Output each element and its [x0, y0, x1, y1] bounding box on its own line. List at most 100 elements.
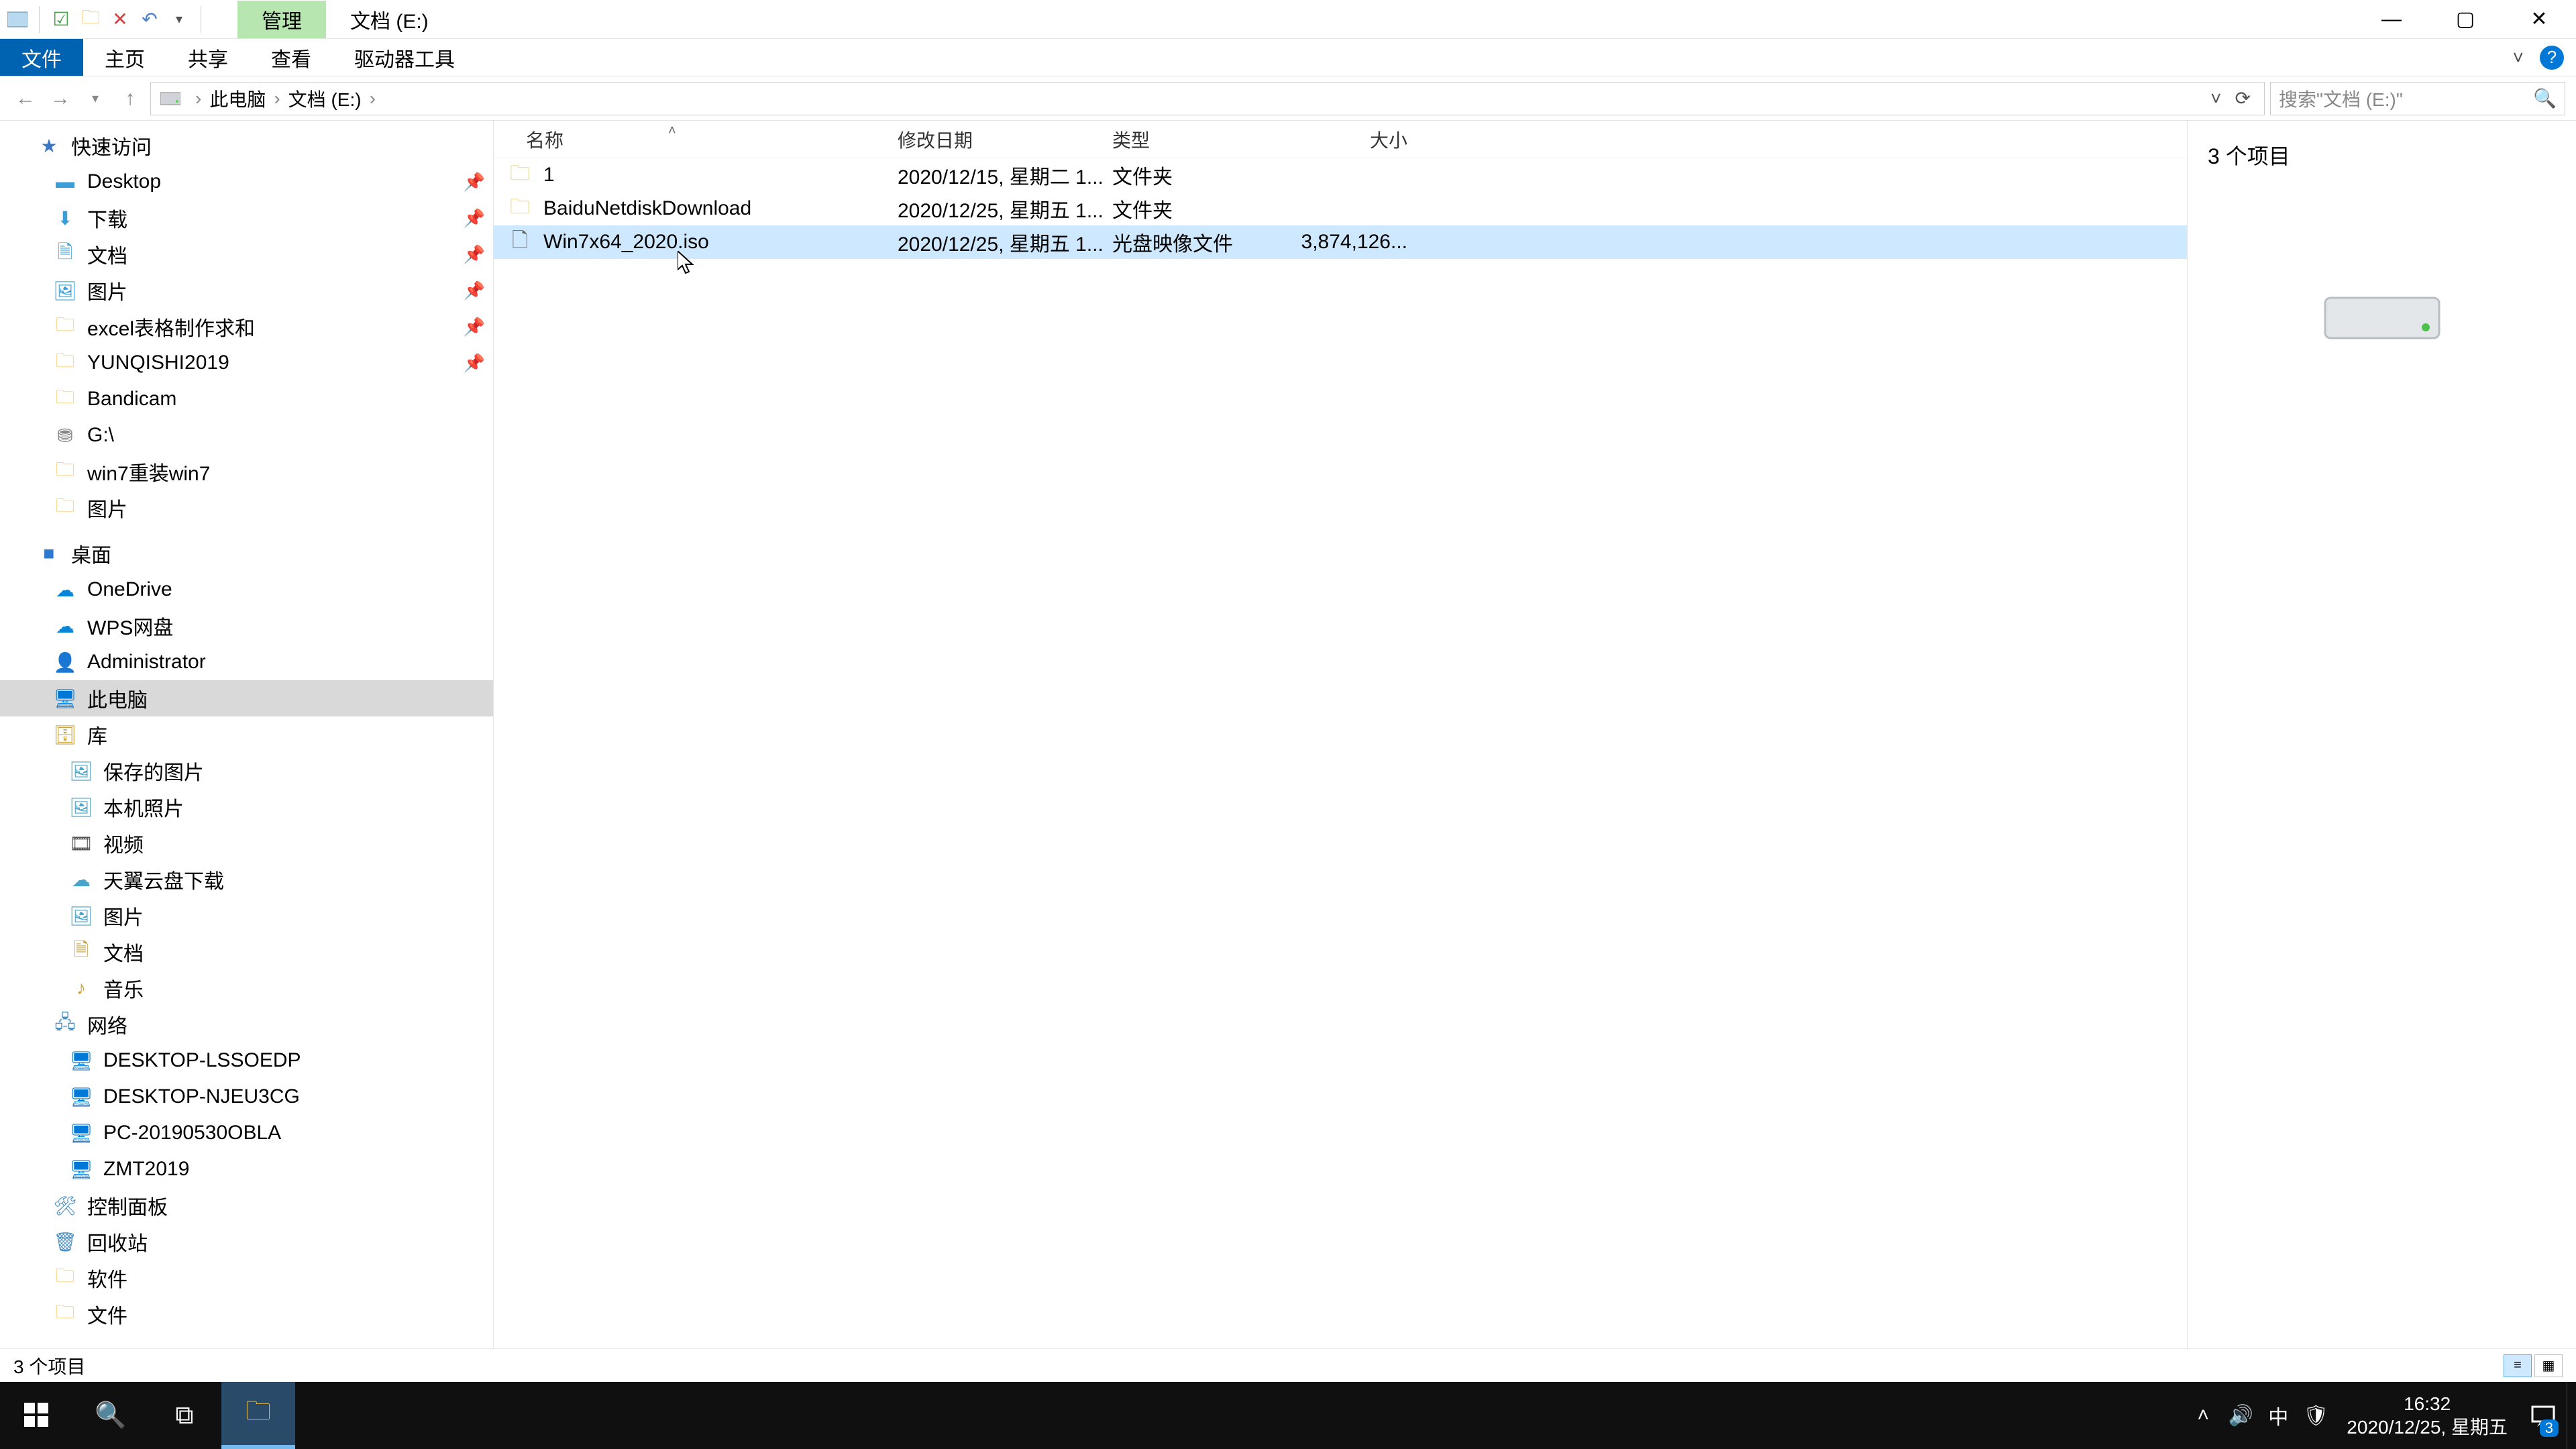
- taskbar-explorer-button[interactable]: 🗀: [221, 1382, 295, 1449]
- details-summary: 3 个项目: [2208, 140, 2556, 170]
- taskbar-clock[interactable]: 16:32 2020/12/25, 星期五: [2334, 1392, 2520, 1439]
- tree-lib-item[interactable]: ☁天翼云盘下载: [0, 861, 493, 898]
- pictures-icon: 🖼: [52, 278, 78, 303]
- minimize-button[interactable]: ―: [2355, 0, 2428, 39]
- tree-item[interactable]: 🗀文件: [0, 1296, 493, 1332]
- ribbon-tab-home[interactable]: 主页: [83, 39, 166, 76]
- tree-lib-item[interactable]: ♪音乐: [0, 970, 493, 1006]
- tree-thispc[interactable]: 🖥此电脑: [0, 680, 493, 716]
- search-icon[interactable]: 🔍: [2533, 87, 2557, 109]
- qat-delete-icon[interactable]: ✕: [107, 6, 133, 33]
- tree-quick-item[interactable]: 🗎文档📌: [0, 236, 493, 272]
- column-name[interactable]: 名称˄: [494, 126, 898, 153]
- pin-icon: 📌: [464, 280, 485, 301]
- tray-overflow-icon[interactable]: ˄: [2184, 1382, 2222, 1449]
- tree-quick-item[interactable]: 🗀win7重装win7: [0, 453, 493, 490]
- help-icon[interactable]: ?: [2540, 46, 2564, 70]
- tree-lib-item[interactable]: 🎞视频: [0, 825, 493, 861]
- forward-button[interactable]: →: [46, 84, 75, 113]
- app-icon: [4, 6, 31, 33]
- tree-network-pc[interactable]: 🖥DESKTOP-LSSOEDP: [0, 1042, 493, 1079]
- ribbon-tab-view[interactable]: 查看: [250, 39, 333, 76]
- contextual-tab-manage[interactable]: 管理: [237, 1, 326, 38]
- chevron-right-icon[interactable]: ›: [367, 88, 378, 109]
- breadcrumb-thispc[interactable]: 此电脑: [204, 85, 271, 112]
- ribbon-tab-drivetools[interactable]: 驱动器工具: [333, 39, 476, 76]
- tree-network[interactable]: 🖧网络: [0, 1006, 493, 1042]
- task-view-button[interactable]: ⧉: [148, 1382, 221, 1449]
- notification-badge: 3: [2540, 1419, 2559, 1437]
- up-button[interactable]: ↑: [115, 84, 145, 113]
- back-button[interactable]: ←: [11, 84, 40, 113]
- action-center-button[interactable]: 3: [2520, 1382, 2567, 1449]
- tree-quick-item[interactable]: ⛃G:\: [0, 417, 493, 453]
- maximize-button[interactable]: ▢: [2428, 0, 2502, 39]
- tree-quick-item[interactable]: ⬇下载📌: [0, 200, 493, 236]
- ribbon-tab-file[interactable]: 文件: [0, 39, 83, 76]
- tree-lib-item[interactable]: 🗎文档: [0, 934, 493, 970]
- tree-network-pc[interactable]: 🖥DESKTOP-NJEU3CG: [0, 1079, 493, 1115]
- tree-item[interactable]: 🗀软件: [0, 1260, 493, 1296]
- ribbon: 文件 主页 共享 查看 驱动器工具 ˅ ?: [0, 39, 2576, 76]
- pictures-icon: 🖼: [68, 903, 94, 928]
- qat-undo-icon[interactable]: ↶: [136, 6, 163, 33]
- qat-newfolder-icon[interactable]: 🗀: [77, 6, 104, 33]
- folder-icon: 🗀: [52, 495, 78, 521]
- tree-desktop[interactable]: ■桌面: [0, 535, 493, 572]
- folder-icon: 🗀: [52, 350, 78, 376]
- tree-recyclebin[interactable]: 🗑回收站: [0, 1224, 493, 1260]
- qat-properties-icon[interactable]: ☑: [48, 6, 74, 33]
- address-bar[interactable]: › 此电脑 › 文档 (E:) › ˅ ⟳: [150, 82, 2265, 115]
- ribbon-tab-share[interactable]: 共享: [166, 39, 250, 76]
- view-details-button[interactable]: ≡: [2504, 1354, 2532, 1377]
- refresh-icon[interactable]: ⟳: [2229, 87, 2257, 109]
- tree-controlpanel[interactable]: 🛠控制面板: [0, 1187, 493, 1224]
- download-icon: ⬇: [52, 205, 78, 231]
- volume-icon[interactable]: 🔊: [2222, 1382, 2259, 1449]
- navigation-bar: ← → ▾ ↑ › 此电脑 › 文档 (E:) › ˅ ⟳ 搜索"文档 (E:)…: [0, 76, 2576, 121]
- tree-quickaccess[interactable]: ★ 快速访问: [0, 127, 493, 164]
- tree-item[interactable]: 👤Administrator: [0, 644, 493, 680]
- column-size[interactable]: 大小: [1293, 126, 1421, 153]
- qat-dropdown-icon[interactable]: ▾: [166, 6, 193, 33]
- show-desktop-button[interactable]: [2567, 1382, 2576, 1449]
- breadcrumb-current[interactable]: 文档 (E:): [283, 85, 367, 112]
- folder-icon: 🗀: [508, 197, 531, 220]
- close-button[interactable]: ✕: [2502, 0, 2576, 39]
- tree-lib-item[interactable]: 🖼保存的图片: [0, 753, 493, 789]
- ribbon-collapse-icon[interactable]: ˅: [2513, 47, 2524, 68]
- recent-dropdown[interactable]: ▾: [80, 84, 110, 113]
- tree-item[interactable]: ☁OneDrive: [0, 572, 493, 608]
- tree-lib-item[interactable]: 🖼图片: [0, 898, 493, 934]
- address-dropdown-icon[interactable]: ˅: [2204, 88, 2228, 109]
- tree-quick-item[interactable]: 🗀YUNQISHI2019📌: [0, 345, 493, 381]
- folder-icon: 🗀: [52, 1265, 78, 1291]
- sort-ascending-icon: ˄: [668, 123, 676, 139]
- ime-indicator[interactable]: 中: [2259, 1382, 2297, 1449]
- tree-libraries[interactable]: 🗄库: [0, 716, 493, 753]
- tree-quick-item[interactable]: 🗀excel表格制作求和📌: [0, 309, 493, 345]
- search-box[interactable]: 搜索"文档 (E:)" 🔍: [2270, 82, 2565, 115]
- drive-icon: ⛃: [52, 423, 78, 448]
- file-row[interactable]: 🗀BaiduNetdiskDownload 2020/12/25, 星期五 1.…: [494, 192, 2187, 225]
- tree-quick-item[interactable]: ▬Desktop📌: [0, 164, 493, 200]
- tree-network-pc[interactable]: 🖥ZMT2019: [0, 1151, 493, 1187]
- view-thumbnails-button[interactable]: ▦: [2534, 1354, 2563, 1377]
- column-date[interactable]: 修改日期: [898, 126, 1112, 153]
- tree-quick-item[interactable]: 🖼图片📌: [0, 272, 493, 309]
- start-button[interactable]: [0, 1382, 74, 1449]
- tree-item[interactable]: ☁WPS网盘: [0, 608, 493, 644]
- column-type[interactable]: 类型: [1112, 126, 1293, 153]
- tree-quick-item[interactable]: 🗀Bandicam: [0, 381, 493, 417]
- navigation-tree[interactable]: ★ 快速访问 ▬Desktop📌 ⬇下载📌 🗎文档📌 🖼图片📌 🗀excel表格…: [0, 121, 494, 1348]
- tree-lib-item[interactable]: 🖼本机照片: [0, 789, 493, 825]
- tree-network-pc[interactable]: 🖥PC-20190530OBLA: [0, 1115, 493, 1151]
- file-row-selected[interactable]: 🗋Win7x64_2020.iso 2020/12/25, 星期五 1... 光…: [494, 225, 2187, 259]
- chevron-right-icon[interactable]: ›: [271, 88, 282, 109]
- tree-quick-item[interactable]: 🗀图片: [0, 490, 493, 526]
- taskbar-search-button[interactable]: 🔍: [74, 1382, 148, 1449]
- security-icon[interactable]: 🛡: [2297, 1382, 2334, 1449]
- chevron-right-icon[interactable]: ›: [193, 88, 204, 109]
- star-icon: ★: [36, 133, 62, 158]
- file-row[interactable]: 🗀1 2020/12/15, 星期二 1... 文件夹: [494, 158, 2187, 192]
